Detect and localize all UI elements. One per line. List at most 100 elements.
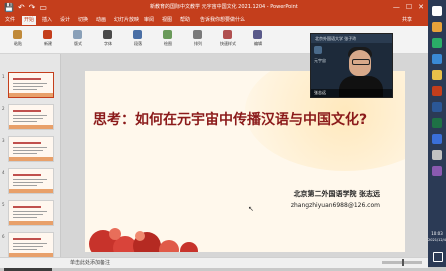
ribbon-tabs: 文件 开始 插入 设计 切换 动画 幻灯片放映 审阅 视图 帮助 告诉我你想要做… xyxy=(0,15,428,26)
tab-review[interactable]: 审阅 xyxy=(142,16,156,25)
thumbnail-content xyxy=(13,89,37,90)
tab-view[interactable]: 视图 xyxy=(160,16,174,25)
taskbar-powerpoint-icon[interactable] xyxy=(432,86,442,96)
taskbar-meeting-icon[interactable] xyxy=(432,134,442,144)
taskbar-wechat-icon[interactable] xyxy=(432,38,442,48)
thumbnail-content xyxy=(13,121,37,122)
tab-insert[interactable]: 插入 xyxy=(40,16,54,25)
taskbar-chrome-icon[interactable] xyxy=(432,22,442,32)
ribbon-button[interactable]: 版式 xyxy=(68,29,88,49)
redo-icon[interactable]: ↷ xyxy=(29,2,36,13)
ribbon-button-label: 新建 xyxy=(44,41,52,46)
tell-me-search[interactable]: 告诉我你想要做什么 xyxy=(198,16,247,25)
speaker-glasses xyxy=(352,59,370,65)
ribbon-button-label: 段落 xyxy=(134,41,142,46)
thumbnail-content xyxy=(13,110,41,112)
taskbar-time[interactable]: 10:03 xyxy=(428,231,446,237)
ribbon-button[interactable]: 字体 xyxy=(98,29,118,49)
slide-thumbnail[interactable]: 2 xyxy=(2,104,54,130)
tab-help[interactable]: 帮助 xyxy=(178,16,192,25)
ribbon-button[interactable]: 绘图 xyxy=(158,29,178,49)
ribbon-button-icon xyxy=(253,30,262,39)
tab-file[interactable]: 文件 xyxy=(3,16,17,25)
ribbon-button-label: 粘贴 xyxy=(14,41,22,46)
tab-design[interactable]: 设计 xyxy=(58,16,72,25)
thumbnail-content xyxy=(13,238,41,240)
thumbnail-content xyxy=(13,179,47,180)
window-title: 新教育的国际中文教学 元宇宙中国文化 2021.1204 - PowerPoin… xyxy=(150,4,298,10)
ribbon-button-icon xyxy=(103,30,112,39)
thumbnail-content xyxy=(13,249,37,250)
ribbon-button-label: 版式 xyxy=(74,41,82,46)
ribbon-button-icon xyxy=(163,30,172,39)
ribbon-button[interactable]: 排列 xyxy=(188,29,208,49)
thumbnail-content xyxy=(9,189,53,193)
ribbon-button-icon xyxy=(193,30,202,39)
slide-title[interactable]: 思考：如何在元宇宙中传播汉语与中国文化? xyxy=(93,109,393,129)
notes-placeholder[interactable]: 单击此处添加备注 xyxy=(70,259,110,267)
tab-slideshow[interactable]: 幻灯片放映 xyxy=(112,16,141,25)
thumbnail-content xyxy=(9,157,53,161)
taskbar-excel-icon[interactable] xyxy=(432,118,442,128)
ribbon-button[interactable]: 新建 xyxy=(38,29,58,49)
slide-thumbnail[interactable]: 4 xyxy=(2,168,54,194)
thumbnail-content xyxy=(13,217,37,218)
taskbar-mail-icon[interactable] xyxy=(432,150,442,160)
tab-transitions[interactable]: 切换 xyxy=(76,16,90,25)
ribbon-button-icon xyxy=(223,30,232,39)
tab-animations[interactable]: 动画 xyxy=(94,16,108,25)
share-button[interactable]: 共享 xyxy=(400,16,414,25)
thumbnail-content xyxy=(13,147,47,148)
tab-home[interactable]: 开始 xyxy=(22,16,37,25)
slide-thumbnail-panel[interactable]: 654321 隐藏 自动 xyxy=(0,54,60,271)
zoom-slider-thumb[interactable] xyxy=(402,259,404,266)
status-bar: 单击此处添加备注 xyxy=(0,257,428,268)
taskbar-date[interactable]: 2021/12/4 xyxy=(428,238,446,243)
slide-number: 4 xyxy=(2,170,5,175)
ribbon-button[interactable]: 粘贴 xyxy=(8,29,28,49)
slide-number: 5 xyxy=(2,202,5,207)
slide-number: 3 xyxy=(2,138,5,143)
ribbon-button-icon xyxy=(73,30,82,39)
thumbnail-content xyxy=(13,86,43,87)
slide-author[interactable]: 北京第二外国语学院 张志远 xyxy=(294,189,380,199)
thumbnail-content xyxy=(13,150,43,151)
ribbon-button-label: 快速样式 xyxy=(220,41,236,46)
windows-taskbar: 10:03 2021/12/4 xyxy=(428,0,446,267)
close-icon[interactable]: ✕ xyxy=(418,1,424,13)
ribbon-button-label: 编辑 xyxy=(254,41,262,46)
taskbar-word-icon[interactable] xyxy=(432,102,442,112)
current-slide[interactable]: 思考：如何在元宇宙中传播汉语与中国文化? 北京第二外国语学院 张志远 zhang… xyxy=(85,71,405,252)
ribbon-button-icon xyxy=(13,30,22,39)
thumbnail-content xyxy=(13,118,43,119)
thumbnail-content xyxy=(13,243,47,244)
window-controls: — ☐ ✕ xyxy=(393,1,424,13)
maximize-icon[interactable]: ☐ xyxy=(406,1,412,13)
slide-thumbnail[interactable]: 6 xyxy=(2,232,54,258)
slide-thumbnail[interactable]: 1 xyxy=(2,72,54,98)
ribbon-button[interactable]: 快速样式 xyxy=(218,29,238,49)
video-subtitle: 元宇宙 xyxy=(314,58,326,63)
notification-icon[interactable] xyxy=(433,252,443,262)
video-call-window[interactable]: 北京外国语大学 张子玲 元宇宙 张志远 xyxy=(310,33,393,98)
slide-email[interactable]: zhangzhiyuan6988@126.com xyxy=(291,202,380,209)
thumbnail-content xyxy=(9,125,53,129)
undo-icon[interactable]: ↶ xyxy=(18,2,25,13)
slide-number: 6 xyxy=(2,234,5,239)
ribbon-button[interactable]: 编辑 xyxy=(248,29,268,49)
taskbar-edge-icon[interactable] xyxy=(432,54,442,64)
save-icon[interactable]: 💾 xyxy=(4,2,14,13)
minimize-icon[interactable]: — xyxy=(393,1,400,13)
taskbar-start-icon[interactable] xyxy=(432,6,442,16)
speaker-name: 张志远 xyxy=(311,89,392,97)
taskbar-other-icon[interactable] xyxy=(432,166,442,176)
slide-thumbnail[interactable]: 3 xyxy=(2,136,54,162)
mouse-cursor-icon: ↖ xyxy=(248,205,254,213)
taskbar-files-icon[interactable] xyxy=(432,70,442,80)
ribbon-button-label: 排列 xyxy=(194,41,202,46)
slide-number: 1 xyxy=(2,74,5,79)
zoom-slider[interactable] xyxy=(382,259,422,266)
present-icon[interactable]: ▭ xyxy=(39,2,47,13)
slide-thumbnail[interactable]: 5 xyxy=(2,200,54,226)
ribbon-button[interactable]: 段落 xyxy=(128,29,148,49)
